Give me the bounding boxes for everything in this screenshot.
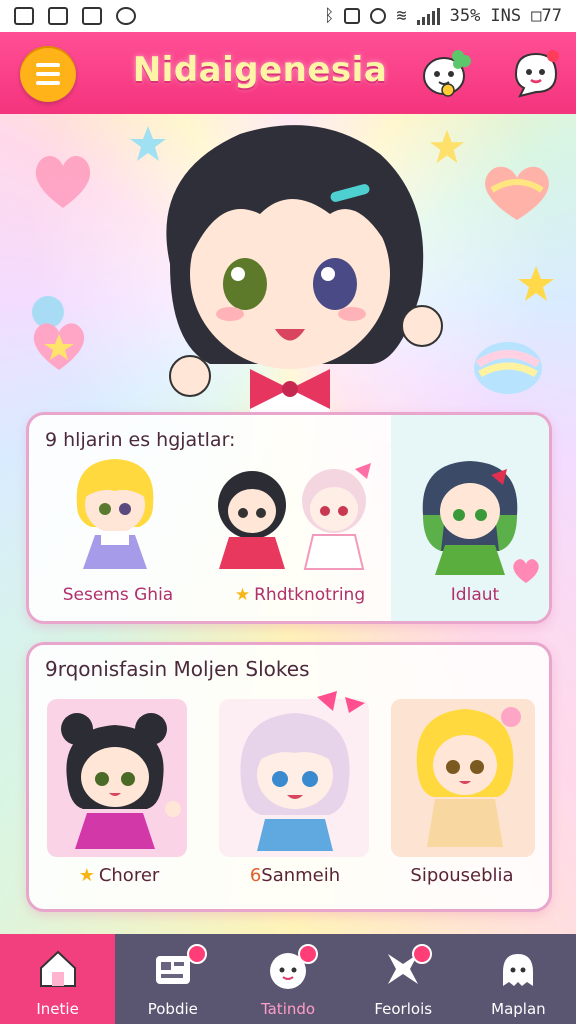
heart-icon (35, 155, 91, 208)
star-icon (518, 266, 554, 301)
character-illustration-black-hair (61, 713, 181, 849)
star-icon: ★ (234, 585, 251, 605)
nav-label: Tatindo (260, 1000, 316, 1018)
candy-icon (474, 342, 542, 394)
vibrate-icon (344, 8, 361, 24)
mascot-clover-icon[interactable] (418, 46, 472, 100)
character-name-label[interactable]: ★ Rhdtknotring (205, 585, 395, 605)
hamburger-icon (36, 63, 60, 67)
home-icon (39, 950, 76, 987)
battery-text: 35% (449, 6, 481, 26)
prefix-glyph: 6 (249, 865, 262, 886)
character-thumb-green-hair[interactable] (415, 455, 525, 577)
heart-icon (513, 559, 539, 583)
image-icon (48, 7, 68, 25)
status-right-text: ΙΝS □77 (490, 6, 562, 26)
menu-button[interactable] (20, 46, 76, 102)
bottom-navigation: Inetie Pobdie Tatindo Feorlois Maplan (0, 934, 576, 1024)
character-name-label[interactable]: Sesems Ghia (43, 585, 193, 605)
mascot-chat-icon[interactable] (508, 46, 562, 100)
star-icon: ★ (78, 865, 95, 886)
character-name-label[interactable]: ★ Chorer (49, 865, 189, 886)
status-bar: ᛒ ≋ 35% ΙΝS □77 (0, 0, 576, 32)
character-illustration-blonde (416, 707, 521, 847)
character-name-label[interactable]: Idlaut (397, 585, 549, 605)
nav-item-mascot[interactable]: Tatindo (230, 934, 345, 1024)
wifi-icon: ≋ (396, 6, 407, 26)
gallery-icon (14, 7, 34, 25)
notification-badge (298, 944, 319, 964)
character-thumb-dark-hair[interactable] (207, 467, 297, 573)
bluetooth-icon: ᛒ (324, 6, 335, 26)
nav-item-home[interactable]: Inetie (0, 934, 116, 1024)
character-illustration-silver-hair (240, 691, 365, 851)
character-name-label[interactable]: Sipouseblia (387, 865, 537, 886)
nav-label: Feorlois (374, 1000, 433, 1018)
heart-star-charm-icon (32, 296, 85, 370)
location-icon (370, 8, 387, 24)
app-header: Nidaigenesia (0, 32, 576, 114)
signal-icon (416, 7, 440, 25)
nav-item-map[interactable]: Maplan (461, 934, 576, 1024)
character-name-label[interactable]: 6Sanmeih (215, 865, 375, 886)
nav-item-gallery[interactable]: Pobdie (115, 934, 230, 1024)
rainbow-heart-icon (485, 166, 549, 220)
nav-label: Maplan (491, 1000, 546, 1018)
main-character-illustration (166, 125, 443, 414)
section-title: 9 hljarin es hgjatlar: (45, 429, 236, 451)
featured-collection-card: 9rqonisfasin Moljen Slokes ★ Chorer 6Sanm… (26, 642, 552, 912)
nav-item-favorites[interactable]: Feorlois (346, 934, 461, 1024)
section-title: 9rqonisfasin Moljen Slokes (45, 657, 310, 681)
app-title: Nidaigenesia (132, 50, 388, 90)
hero-banner (0, 114, 576, 414)
notification-badge (187, 944, 208, 964)
bag-icon (82, 7, 102, 25)
ghost-mascot-icon (503, 954, 534, 986)
sync-icon (116, 7, 136, 25)
nav-label: Pobdie (147, 1000, 198, 1018)
nav-label: Inetie (36, 1000, 79, 1018)
notification-badge (411, 944, 432, 964)
character-thumb-blonde[interactable] (67, 451, 163, 577)
character-section-card: 9 hljarin es hgjatlar: Sesems Ghia ★ Rhdt… (26, 412, 552, 624)
character-thumb-pink-hair[interactable] (291, 463, 377, 573)
